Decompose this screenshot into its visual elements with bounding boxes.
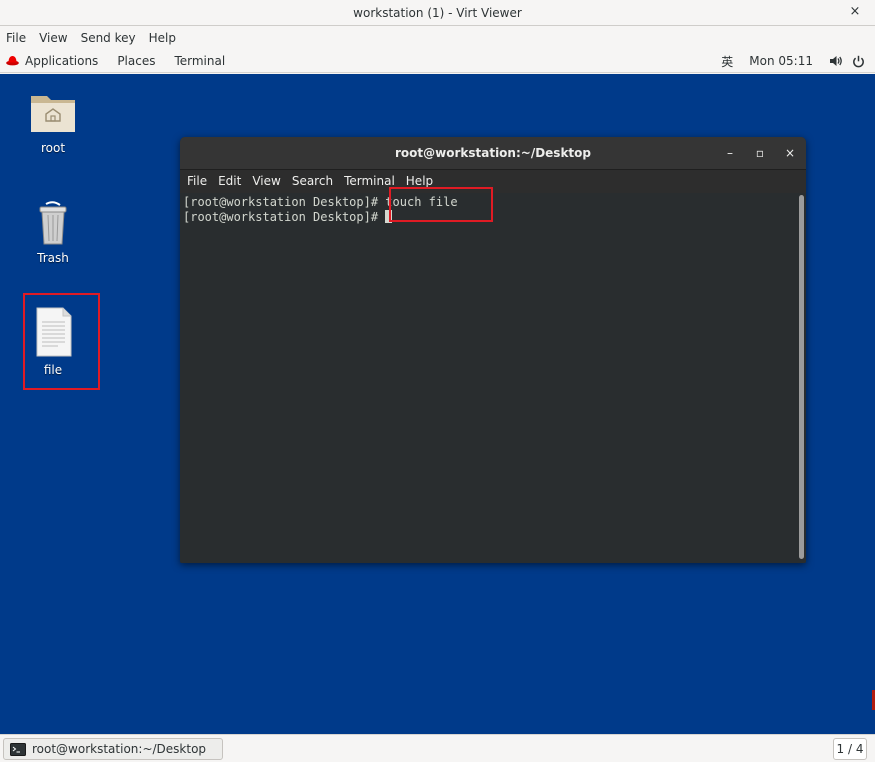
places-menu[interactable]: Places	[117, 54, 155, 68]
terminal-menu-file[interactable]: File	[187, 174, 207, 188]
terminal-line: [root@workstation Desktop]#	[183, 210, 806, 225]
desktop-icon-trash[interactable]: Trash	[17, 200, 89, 265]
terminal-prompt: [root@workstation Desktop]#	[183, 195, 379, 209]
terminal-window-controls: – ▫ ×	[708, 145, 798, 161]
file-icon-highlight-box	[23, 293, 100, 390]
terminal-title: root@workstation:~/Desktop	[394, 146, 591, 160]
desktop-icon-label: root	[40, 141, 66, 155]
terminal-menu-terminal[interactable]: Terminal	[344, 174, 395, 188]
gnome-top-bar-left: Applications Places Terminal	[0, 54, 244, 68]
window-list-bar: root@workstation:~/Desktop 1 / 4	[0, 734, 875, 762]
terminal-menubar: File Edit View Search Terminal Help	[180, 171, 806, 191]
taskbar-terminal-label: root@workstation:~/Desktop	[32, 742, 207, 756]
home-folder-icon	[31, 96, 75, 132]
redhat-logo-icon	[6, 56, 19, 66]
gnome-top-bar: Applications Places Terminal 英 Mon 05:11	[0, 49, 875, 73]
terminal-menu-help[interactable]: Help	[406, 174, 433, 188]
viewer-window-title: workstation (1) - Virt Viewer	[353, 5, 522, 20]
desktop-icon-root[interactable]: root	[17, 88, 89, 155]
desktop[interactable]: root Trash file root@workstation:~/Deskt…	[0, 74, 875, 734]
terminal-menu-view[interactable]: View	[252, 174, 280, 188]
terminal-menu-search[interactable]: Search	[292, 174, 333, 188]
viewer-titlebar: workstation (1) - Virt Viewer ×	[0, 0, 875, 26]
terminal-window[interactable]: root@workstation:~/Desktop – ▫ × File Ed…	[180, 137, 806, 563]
viewer-menu-send-key[interactable]: Send key	[81, 31, 136, 45]
desktop-icon-label: Trash	[37, 251, 69, 265]
terminal-app-menu[interactable]: Terminal	[174, 54, 225, 68]
volume-icon[interactable]	[829, 55, 843, 67]
viewer-menu-help[interactable]: Help	[149, 31, 176, 45]
viewer-menu-view[interactable]: View	[39, 31, 67, 45]
clock[interactable]: Mon 05:11	[749, 54, 813, 68]
command-highlight-box	[389, 187, 493, 222]
maximize-button[interactable]: ▫	[752, 145, 768, 161]
viewer-menu-file[interactable]: File	[6, 31, 26, 45]
taskbar-terminal-button[interactable]: root@workstation:~/Desktop	[3, 738, 223, 760]
trash-icon	[39, 201, 67, 245]
terminal-menu-edit[interactable]: Edit	[218, 174, 241, 188]
terminal-titlebar[interactable]: root@workstation:~/Desktop – ▫ ×	[180, 137, 806, 170]
gnome-top-bar-right: 英 Mon 05:11	[721, 49, 875, 73]
terminal-scrollbar[interactable]	[799, 195, 804, 559]
power-icon[interactable]	[852, 55, 865, 68]
applications-menu[interactable]: Applications	[25, 54, 98, 68]
terminal-output[interactable]: [root@workstation Desktop]# touch file [r…	[180, 193, 806, 563]
minimize-button[interactable]: –	[722, 145, 738, 161]
terminal-icon	[10, 742, 26, 756]
terminal-prompt: [root@workstation Desktop]#	[183, 210, 379, 224]
viewer-menubar: File View Send key Help	[0, 27, 875, 49]
close-button[interactable]: ×	[782, 145, 798, 161]
workspace-indicator[interactable]: 1 / 4	[833, 738, 867, 760]
input-method-indicator[interactable]: 英	[721, 53, 733, 70]
terminal-line: [root@workstation Desktop]# touch file	[183, 195, 806, 210]
terminal-command	[378, 210, 385, 224]
viewer-close-button[interactable]: ×	[847, 4, 863, 20]
